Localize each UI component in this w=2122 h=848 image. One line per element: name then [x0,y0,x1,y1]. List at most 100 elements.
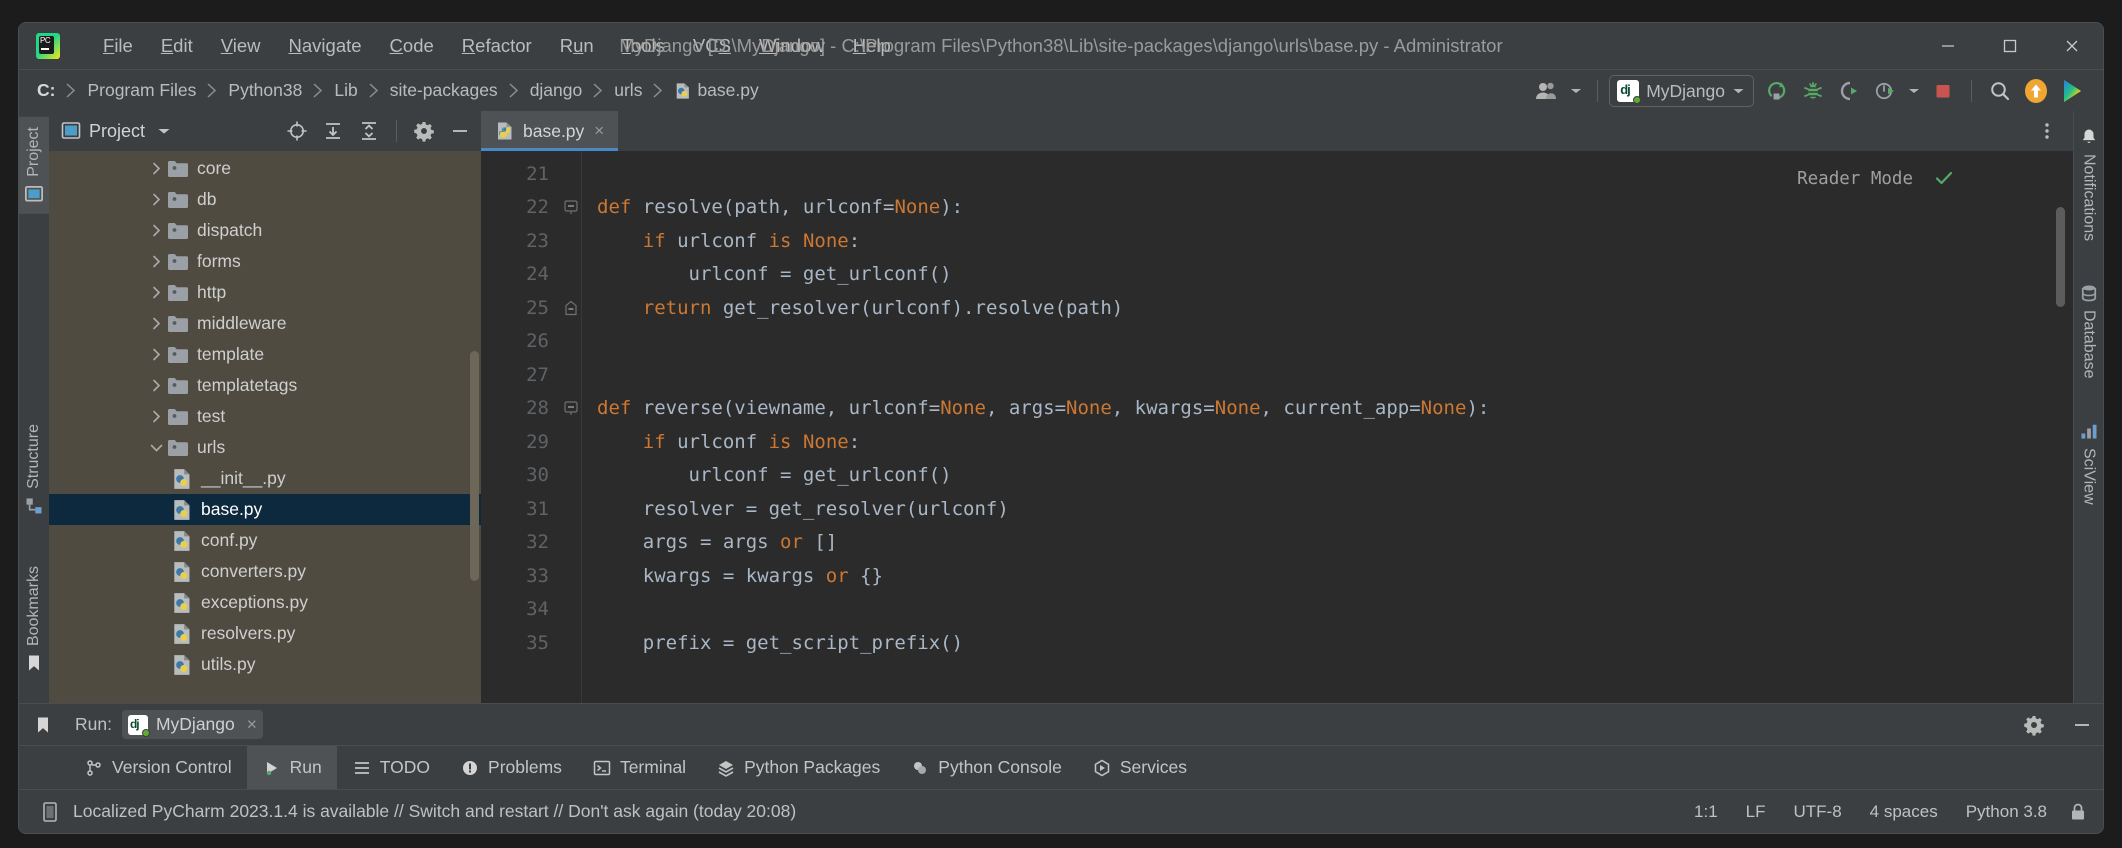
update-button[interactable] [2019,75,2053,107]
chevron-right-icon[interactable] [145,161,167,176]
bottom-tab-todo[interactable]: TODO [337,746,445,789]
menu-item-tools[interactable]: Tools [608,31,679,61]
menu-item-view[interactable]: View [207,31,275,61]
menu-item-edit[interactable]: Edit [147,31,207,61]
stop-button[interactable] [1926,75,1960,107]
tree-item---init---py[interactable]: __init__.py [49,463,481,494]
menu-item-refactor[interactable]: Refactor [448,31,546,61]
editor-tab-close-icon[interactable]: × [592,121,606,141]
run-hide-button[interactable] [2065,709,2099,741]
code-line-27[interactable]: 27 [481,358,2073,392]
select-opened-file-button[interactable] [282,117,312,145]
python-interpreter[interactable]: Python 3.8 [1958,799,2055,825]
editor-tab-base-py[interactable]: base.py × [481,111,619,151]
bottom-tab-services[interactable]: Services [1077,746,1202,789]
chevron-right-icon[interactable] [145,192,167,207]
menu-item-code[interactable]: Code [376,31,448,61]
tree-scrollbar[interactable] [470,351,479,581]
close-button[interactable] [2041,23,2103,69]
profile-button[interactable] [1868,75,1902,107]
inspection-status-icon[interactable] [1933,167,1955,193]
menu-item-run[interactable]: Run [546,31,608,61]
chevron-right-icon[interactable] [145,254,167,269]
tree-item-base-py[interactable]: base.py [49,494,481,525]
user-account-icon[interactable] [1530,75,1564,107]
file-encoding[interactable]: UTF-8 [1786,799,1850,825]
sidebar-item-project[interactable]: Project [19,117,49,214]
chevron-right-icon[interactable] [145,378,167,393]
sidebar-item-database[interactable]: Database [2074,273,2104,389]
tree-item-conf-py[interactable]: conf.py [49,525,481,556]
menu-item-window[interactable]: Window [745,31,839,61]
debug-button[interactable] [1796,75,1830,107]
code-line-22[interactable]: 22 def resolve(path, urlconf=None): [481,191,2073,225]
chevron-down-icon[interactable] [145,441,167,454]
run-config-close-icon[interactable]: × [247,714,257,735]
menu-item-navigate[interactable]: Navigate [275,31,376,61]
run-settings-button[interactable] [2017,709,2051,741]
code-line-35[interactable]: 35 prefix = get_script_prefix() [481,626,2073,660]
code-editor[interactable]: Reader Mode 21 22 def resolve(path, urlcon… [481,151,2073,703]
code-line-28[interactable]: 28 def reverse(viewname, urlconf=None, ar… [481,392,2073,426]
run-config-tab[interactable]: dj MyDjango × [121,710,263,739]
search-icon[interactable] [1983,75,2017,107]
code-line-29[interactable]: 29 if urlconf is None: [481,425,2073,459]
chevron-right-icon[interactable] [145,409,167,424]
breadcrumb-item-program-files[interactable]: Program Files [83,78,200,103]
tree-item-core[interactable]: core [49,153,481,184]
caret-position[interactable]: 1:1 [1686,799,1726,825]
reader-mode-label[interactable]: Reader Mode [1797,169,1913,189]
sidebar-item-sciview[interactable]: SciView [2074,411,2104,515]
bottom-tab-terminal[interactable]: Terminal [577,746,701,789]
tree-item-exceptions-py[interactable]: exceptions.py [49,587,481,618]
collapse-all-button[interactable] [354,117,384,145]
breadcrumb-item-base-py[interactable]: base.py [670,78,762,103]
run-configuration-selector[interactable]: dj MyDjango [1609,75,1754,107]
chevron-right-icon[interactable] [145,223,167,238]
sidebar-item-structure[interactable]: Structure [19,414,49,526]
breadcrumb-item-lib[interactable]: Lib [330,78,361,103]
maximize-button[interactable] [1979,23,2041,69]
code-fold-icon[interactable] [559,401,583,416]
expand-all-button[interactable] [318,117,348,145]
code-fold-icon[interactable] [559,200,583,215]
tree-item-test[interactable]: test [49,401,481,432]
sidebar-item-notifications[interactable]: Notifications [2074,117,2104,251]
tree-item-dispatch[interactable]: dispatch [49,215,481,246]
menu-item-help[interactable]: Help [839,31,905,61]
sidebar-item-bookmarks[interactable]: Bookmarks [19,556,49,683]
project-tree[interactable]: core db dispatch forms http middleware templat… [49,151,481,703]
profile-dropdown-arrow-icon[interactable] [1904,75,1924,107]
breadcrumb-item-python38[interactable]: Python38 [224,78,306,103]
code-line-31[interactable]: 31 resolver = get_resolver(urlconf) [481,492,2073,526]
run-button[interactable] [1760,75,1794,107]
code-line-23[interactable]: 23 if urlconf is None: [481,224,2073,258]
bottom-tab-python-packages[interactable]: Python Packages [701,746,895,789]
tree-item-urls[interactable]: urls [49,432,481,463]
code-line-30[interactable]: 30 urlconf = get_urlconf() [481,459,2073,493]
breadcrumb-item-site-packages[interactable]: site-packages [386,78,502,103]
ai-assistant-button[interactable] [2055,75,2089,107]
chevron-down-icon[interactable] [157,127,171,136]
tree-item-middleware[interactable]: middleware [49,308,481,339]
chevron-right-icon[interactable] [145,316,167,331]
run-with-coverage-button[interactable] [1832,75,1866,107]
line-separator[interactable]: LF [1738,799,1774,825]
bottom-tab-run[interactable]: Run [246,746,337,789]
code-line-34[interactable]: 34 [481,593,2073,627]
breadcrumb-item-urls[interactable]: urls [610,78,646,103]
tree-item-templatetags[interactable]: templatetags [49,370,481,401]
indent-setting[interactable]: 4 spaces [1862,799,1946,825]
tree-item-db[interactable]: db [49,184,481,215]
notification-doc-icon[interactable] [39,800,61,824]
menu-item-file[interactable]: File [89,31,147,61]
editor-options-button[interactable] [2031,111,2063,151]
breadcrumb-item-django[interactable]: django [526,78,587,103]
tree-item-utils-py[interactable]: utils.py [49,649,481,680]
chevron-right-icon[interactable] [145,285,167,300]
chevron-right-icon[interactable] [145,347,167,362]
code-fold-icon[interactable] [559,300,583,316]
code-line-24[interactable]: 24 urlconf = get_urlconf() [481,258,2073,292]
hide-panel-button[interactable] [445,117,475,145]
code-line-32[interactable]: 32 args = args or [] [481,526,2073,560]
